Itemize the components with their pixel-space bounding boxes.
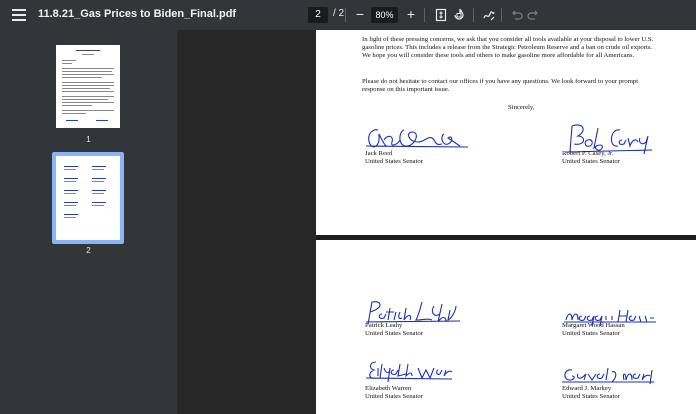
signer-name: Elizabeth Warren — [365, 385, 412, 392]
zoom-level-input[interactable]: 80% — [371, 7, 398, 23]
signer-title: United States Senator — [365, 330, 423, 337]
page-number-input[interactable]: 2 — [308, 7, 328, 23]
letter-paragraph-1: In light of these pressing concerns, we … — [362, 36, 654, 59]
signer-title: United States Senator — [365, 158, 423, 165]
toolbar-divider — [424, 8, 425, 22]
signer-title: United States Senator — [562, 158, 620, 165]
signer-name: Robert P. Casey, Jr. — [562, 150, 614, 157]
thumbnail-label: 1 — [86, 135, 91, 144]
signer-name: Edward J. Markey — [562, 385, 612, 392]
toolbar-divider — [345, 8, 346, 22]
letter-paragraph-2: Please do not hesitate to contact our of… — [362, 78, 639, 93]
undo-icon[interactable] — [509, 8, 523, 22]
zoom-in-button[interactable]: + — [404, 6, 418, 22]
pdf-toolbar: 11.8.21_Gas Prices to Biden_Final.pdf 2 … — [0, 0, 696, 30]
pdf-page-1: In light of these pressing concerns, we … — [316, 30, 696, 235]
thumbnail-label: 2 — [86, 246, 91, 255]
signer-title: United States Senator — [562, 393, 620, 400]
rotate-icon[interactable] — [452, 8, 466, 22]
page-total: / 2 — [333, 8, 345, 19]
page-thumbnail-2[interactable] — [56, 156, 120, 240]
document-title: 11.8.21_Gas Prices to Biden_Final.pdf — [38, 8, 237, 20]
signer-name: Patrick Leahy — [365, 322, 403, 329]
viewer-background — [177, 30, 316, 414]
signature-elizabeth-warren — [365, 361, 453, 383]
signer-title: United States Senator — [365, 393, 423, 400]
toolbar-divider — [473, 8, 474, 22]
menu-icon[interactable] — [12, 9, 26, 21]
redo-icon[interactable] — [527, 8, 541, 22]
zoom-out-button[interactable]: − — [352, 7, 368, 23]
pdf-page-2: Patrick Leahy United States Senator Marg… — [316, 240, 696, 414]
fit-page-icon[interactable] — [434, 8, 448, 22]
signer-title: United States Senator — [562, 330, 620, 337]
signer-name: Jack Reed — [365, 150, 393, 157]
toolbar-divider — [501, 8, 502, 22]
annotate-icon[interactable] — [482, 8, 496, 22]
signer-name: Margaret Wood Hassan — [562, 322, 625, 329]
letter-closing: Sincerely, — [508, 104, 535, 111]
page-thumbnail-1[interactable] — [56, 45, 120, 128]
